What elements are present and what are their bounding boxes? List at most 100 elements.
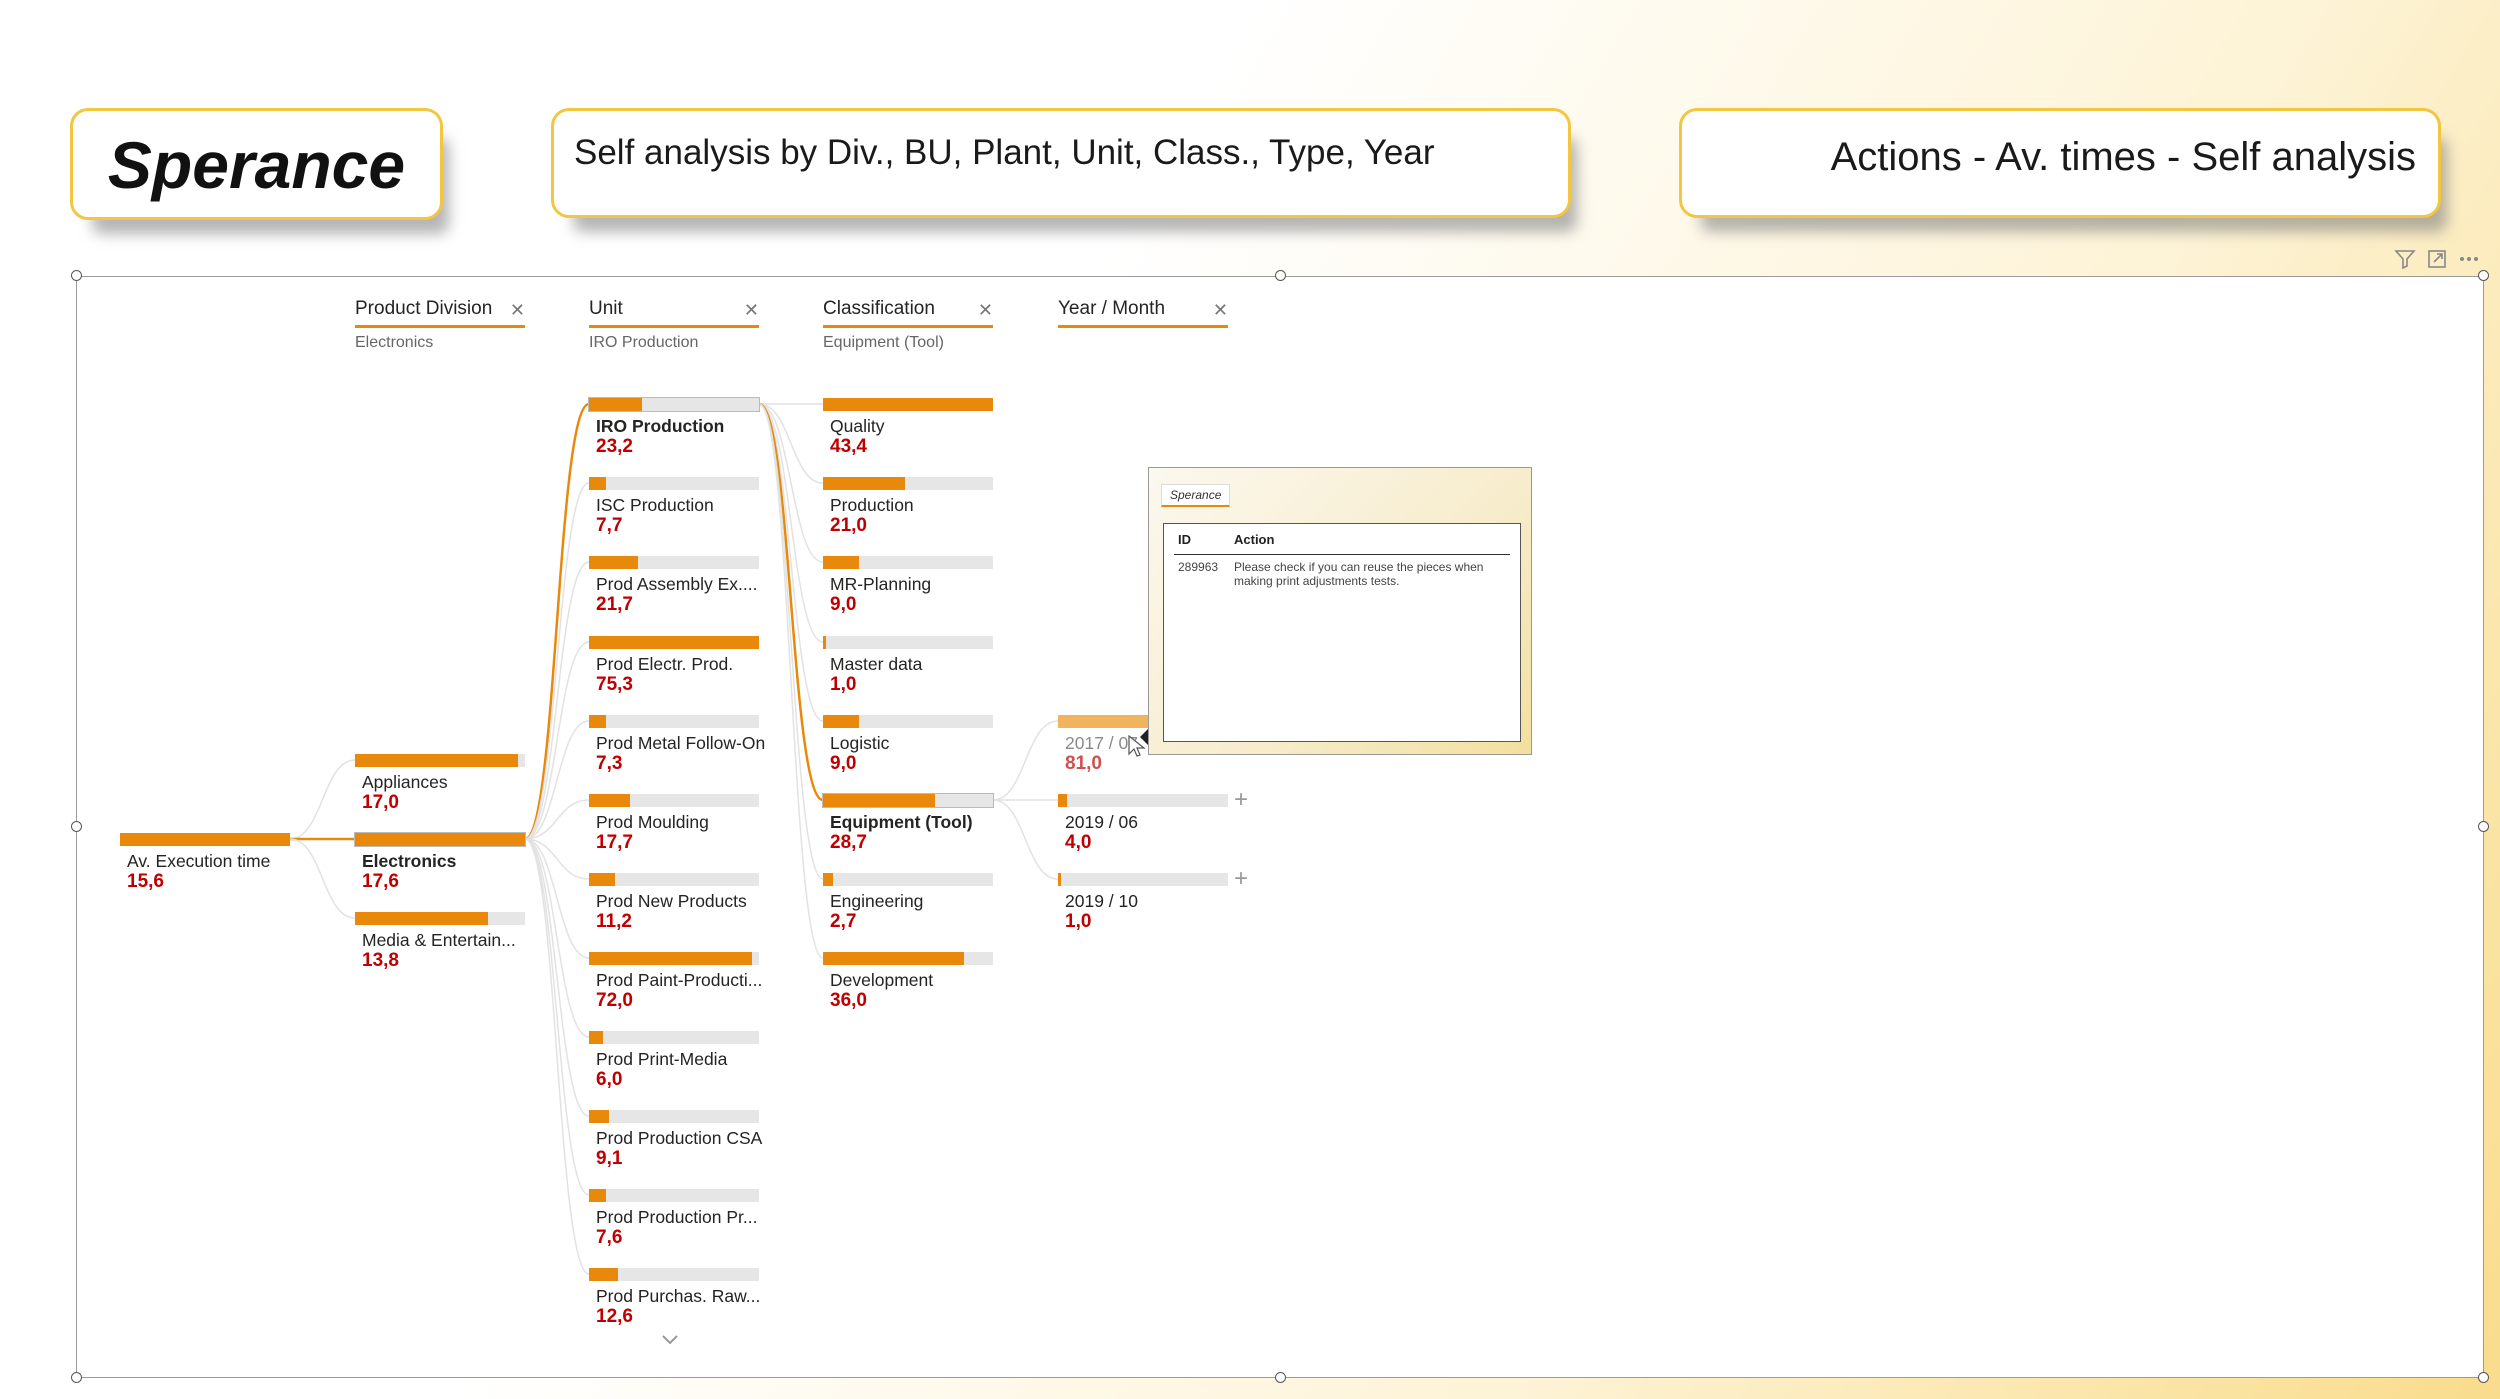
node-bar-fill <box>823 477 905 490</box>
connector <box>758 403 824 880</box>
node-value: 36,0 <box>830 990 867 1011</box>
remove-level-icon[interactable]: ✕ <box>978 300 993 321</box>
tree-node[interactable]: Electronics 17,6 <box>354 832 526 897</box>
node-value: 28,7 <box>830 832 867 853</box>
remove-level-icon[interactable]: ✕ <box>510 300 525 321</box>
node-bar-fill <box>589 636 759 649</box>
tree-node[interactable]: Equipment (Tool) 28,7 <box>822 793 994 858</box>
tree-node[interactable]: Engineering 2,7 <box>823 873 993 937</box>
node-bar-fill <box>1058 873 1061 886</box>
level-header-year-month[interactable]: Year / Month ✕ <box>1058 298 1228 334</box>
level-filter: IRO Production <box>589 334 699 351</box>
level-header-unit[interactable]: Unit ✕ IRO Production <box>589 298 759 352</box>
connector <box>992 720 1059 801</box>
tree-node[interactable]: Media & Entertain... 13,8 <box>355 912 525 976</box>
tree-node[interactable]: Av. Execution time 15,6 <box>120 833 290 897</box>
node-value: 23,2 <box>596 436 633 457</box>
node-label: Prod Print-Media <box>596 1049 728 1069</box>
node-label: Prod Moulding <box>596 812 709 832</box>
node-bar-fill <box>355 833 525 846</box>
node-label: MR-Planning <box>830 574 932 594</box>
tree-node[interactable]: Prod Paint-Producti... 72,0 <box>589 952 763 1016</box>
connector <box>758 403 824 563</box>
node-bar-fill <box>589 477 606 490</box>
tree-node[interactable]: Development 36,0 <box>823 952 993 1016</box>
node-value: 7,3 <box>596 753 623 774</box>
node-label: ISC Production <box>596 495 714 515</box>
tree-node[interactable]: Master data 1,0 <box>823 636 993 700</box>
tree-node[interactable]: 2019 / 06 4,0 <box>1058 794 1228 858</box>
tooltip-panel: Sperance ID Action 289963 Please check i… <box>1148 467 1532 755</box>
node-value: 1,0 <box>830 674 857 695</box>
tree-node[interactable]: IRO Production 23,2 <box>588 397 760 462</box>
remove-level-icon[interactable]: ✕ <box>1213 300 1228 321</box>
node-value: 9,1 <box>596 1148 623 1169</box>
header-divider <box>1174 554 1510 555</box>
selected-connector <box>758 402 824 802</box>
connector <box>524 838 590 1117</box>
chevron-down-icon[interactable] <box>659 1328 681 1350</box>
tree-node[interactable]: Logistic 9,0 <box>823 715 993 779</box>
node-label: Quality <box>830 416 885 436</box>
tree-node[interactable]: ISC Production 7,7 <box>589 477 759 541</box>
node-bar-track <box>589 1031 759 1044</box>
tree-node[interactable]: Prod Electr. Prod. 75,3 <box>589 636 759 700</box>
tooltip-table: ID Action 289963 Please check if you can… <box>1163 523 1521 742</box>
tree-node[interactable]: Quality 43,4 <box>823 398 993 462</box>
tree-node[interactable]: MR-Planning 9,0 <box>823 556 993 620</box>
node-value: 13,8 <box>362 950 399 971</box>
level-title: Product Division <box>355 298 525 328</box>
level-title: Unit <box>589 298 759 328</box>
connector <box>524 838 590 1275</box>
tree-node[interactable]: Prod Purchas. Raw... 12,6 <box>589 1268 761 1332</box>
node-bar-fill <box>589 715 606 728</box>
node-value: 17,0 <box>362 792 399 813</box>
node-label: Engineering <box>830 891 924 911</box>
level-filter: Equipment (Tool) <box>823 334 944 351</box>
node-label: Development <box>830 970 934 990</box>
tree-node[interactable]: Prod New Products 11,2 <box>589 873 759 937</box>
node-label: Prod Assembly Ex.... <box>596 574 758 594</box>
level-header-product-division[interactable]: Product Division ✕ Electronics <box>355 298 525 352</box>
node-label: Prod Paint-Producti... <box>596 970 763 990</box>
tree-node[interactable]: Prod Production Pr... 7,6 <box>589 1189 759 1253</box>
node-bar-track <box>1058 794 1228 807</box>
node-bar-fill <box>589 556 638 569</box>
level-header-classification[interactable]: Classification ✕ Equipment (Tool) <box>823 298 993 352</box>
node-label: Media & Entertain... <box>362 930 516 950</box>
node-bar-track <box>589 1110 759 1123</box>
cell-id: 289963 <box>1178 560 1219 574</box>
node-value: 81,0 <box>1065 753 1102 774</box>
node-label: Production <box>830 495 914 515</box>
tree-node[interactable]: Production 21,0 <box>823 477 993 541</box>
node-bar-fill <box>355 754 518 767</box>
node-bar-fill <box>823 398 993 411</box>
tree-node[interactable]: 2019 / 10 1,0 <box>1058 873 1228 937</box>
remove-level-icon[interactable]: ✕ <box>744 300 759 321</box>
node-bar-fill <box>355 912 488 925</box>
tree-node[interactable]: Prod Production CSA 9,1 <box>589 1110 762 1174</box>
selected-connector <box>524 402 590 841</box>
tree-node[interactable]: Prod Assembly Ex.... 21,7 <box>589 556 759 620</box>
node-bar-track <box>589 477 759 490</box>
tree-node[interactable]: Prod Print-Media 6,0 <box>589 1031 759 1095</box>
node-label: Av. Execution time <box>127 851 271 871</box>
column-header-id: ID <box>1178 532 1191 547</box>
tooltip-tab: Sperance <box>1161 484 1231 507</box>
expand-node-icon[interactable]: + <box>1234 786 1248 814</box>
node-value: 9,0 <box>830 753 857 774</box>
node-bar-fill <box>589 794 630 807</box>
level-filter: Electronics <box>355 334 434 351</box>
tree-node[interactable]: Appliances 17,0 <box>355 754 525 818</box>
level-title: Year / Month <box>1058 298 1228 328</box>
node-value: 2,7 <box>830 911 857 932</box>
tree-node[interactable]: Prod Moulding 17,7 <box>589 794 759 858</box>
expand-node-icon[interactable]: + <box>1234 865 1248 893</box>
node-bar-fill <box>823 556 859 569</box>
node-label: Prod Purchas. Raw... <box>596 1286 761 1306</box>
connector <box>524 561 590 840</box>
tree-node[interactable]: Prod Metal Follow-On 7,3 <box>589 715 765 779</box>
node-value: 75,3 <box>596 674 633 695</box>
node-label: Prod Electr. Prod. <box>596 654 734 674</box>
node-value: 21,0 <box>830 515 867 536</box>
